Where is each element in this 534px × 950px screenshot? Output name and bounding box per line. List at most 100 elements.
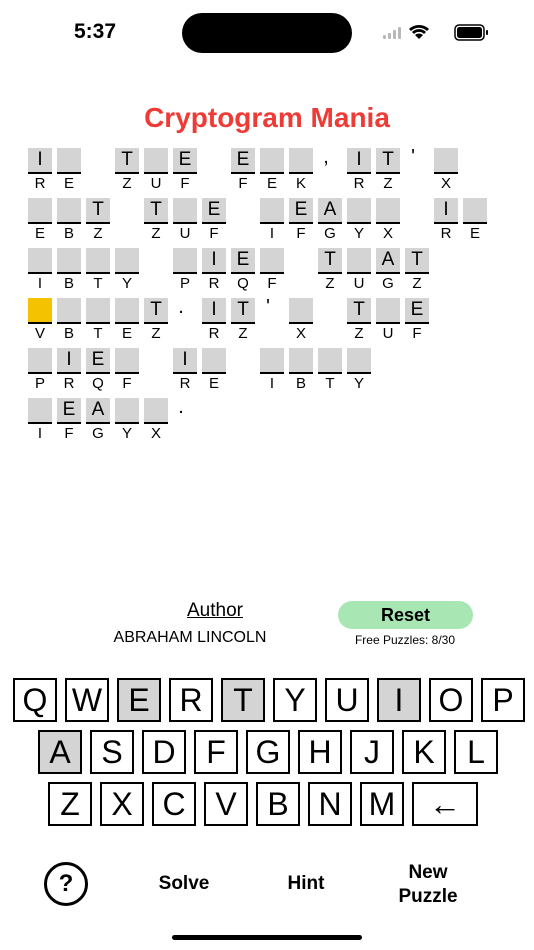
key-t[interactable]: T [221,678,265,722]
key-s[interactable]: S [90,730,134,774]
guess-letter[interactable] [57,198,81,222]
guess-letter[interactable] [86,298,110,322]
guess-letter[interactable]: I [28,148,52,172]
guess-letter[interactable]: I [173,348,197,372]
guess-letter[interactable] [28,248,52,272]
key-u[interactable]: U [325,678,369,722]
guess-letter[interactable]: E [86,348,110,372]
key-y[interactable]: Y [273,678,317,722]
guess-letter[interactable] [463,198,487,222]
guess-letter[interactable] [318,348,342,372]
guess-letter[interactable]: E [202,198,226,222]
cipher-letter: E [208,375,219,392]
guess-letter[interactable] [173,248,197,272]
guess-letter[interactable]: A [86,398,110,422]
key-v[interactable]: V [204,782,248,826]
key-i[interactable]: I [377,678,421,722]
key-d[interactable]: D [142,730,186,774]
guess-letter[interactable] [115,398,139,422]
guess-letter[interactable]: T [144,298,168,322]
guess-letter[interactable] [28,298,52,322]
guess-letter[interactable] [86,248,110,272]
guess-letter[interactable]: E [173,148,197,172]
guess-letter[interactable]: T [115,148,139,172]
key-z[interactable]: Z [48,782,92,826]
hint-button[interactable]: Hint [262,873,350,895]
key-o[interactable]: O [429,678,473,722]
key-n[interactable]: N [308,782,352,826]
help-button[interactable]: ? [44,862,88,906]
cipher-letter: F [209,225,219,242]
letter-underline [28,222,52,224]
guess-letter[interactable]: T [405,248,429,272]
guess-letter[interactable] [144,398,168,422]
guess-letter[interactable] [260,348,284,372]
guess-letter[interactable] [115,348,139,372]
key-e[interactable]: E [117,678,161,722]
key-p[interactable]: P [481,678,525,722]
guess-letter[interactable] [289,148,313,172]
guess-letter[interactable] [202,348,226,372]
guess-letter[interactable]: I [434,198,458,222]
guess-letter[interactable] [57,248,81,272]
guess-letter[interactable] [28,398,52,422]
key-r[interactable]: R [169,678,213,722]
guess-letter[interactable]: E [405,298,429,322]
guess-letter[interactable] [260,148,284,172]
guess-letter[interactable]: I [57,348,81,372]
key-a[interactable]: A [38,730,82,774]
guess-letter[interactable]: T [231,298,255,322]
guess-letter[interactable]: E [289,198,313,222]
guess-letter[interactable]: I [202,298,226,322]
guess-letter[interactable] [289,348,313,372]
guess-letter[interactable] [115,248,139,272]
solve-button[interactable]: Solve [140,873,228,895]
guess-letter[interactable]: T [144,198,168,222]
guess-letter[interactable]: I [202,248,226,272]
key-k[interactable]: K [402,730,446,774]
guess-letter[interactable] [434,148,458,172]
reset-button[interactable]: Reset [338,601,473,629]
guess-letter[interactable]: I [347,148,371,172]
guess-letter[interactable]: T [347,298,371,322]
guess-letter[interactable] [260,198,284,222]
key-g[interactable]: G [246,730,290,774]
guess-letter[interactable] [347,248,371,272]
letter-underline [434,222,458,224]
key-w[interactable]: W [65,678,109,722]
key-j[interactable]: J [350,730,394,774]
key-l[interactable]: L [454,730,498,774]
guess-letter[interactable] [347,198,371,222]
guess-letter[interactable] [144,148,168,172]
guess-letter[interactable]: A [318,198,342,222]
backspace-key[interactable]: ← [412,782,478,826]
guess-letter[interactable] [347,348,371,372]
guess-letter[interactable] [376,298,400,322]
key-x[interactable]: X [100,782,144,826]
guess-letter[interactable]: T [376,148,400,172]
guess-letter[interactable] [28,348,52,372]
key-h[interactable]: H [298,730,342,774]
key-q[interactable]: Q [13,678,57,722]
cipher-letter: U [382,325,394,342]
guess-letter[interactable] [28,198,52,222]
key-c[interactable]: C [152,782,196,826]
key-f[interactable]: F [194,730,238,774]
guess-letter[interactable]: T [318,248,342,272]
guess-letter[interactable]: E [57,398,81,422]
guess-letter[interactable]: A [376,248,400,272]
guess-letter[interactable] [260,248,284,272]
guess-letter[interactable] [376,198,400,222]
guess-letter[interactable] [173,198,197,222]
guess-letter[interactable] [57,298,81,322]
guess-letter[interactable] [115,298,139,322]
guess-letter[interactable] [57,148,81,172]
key-m[interactable]: M [360,782,404,826]
key-b[interactable]: B [256,782,300,826]
guess-letter[interactable]: E [231,248,255,272]
guess-letter[interactable]: E [231,148,255,172]
new-puzzle-button[interactable]: New Puzzle [380,861,476,909]
cipher-letter: B [63,325,74,342]
guess-letter[interactable]: T [86,198,110,222]
guess-letter[interactable] [289,298,313,322]
